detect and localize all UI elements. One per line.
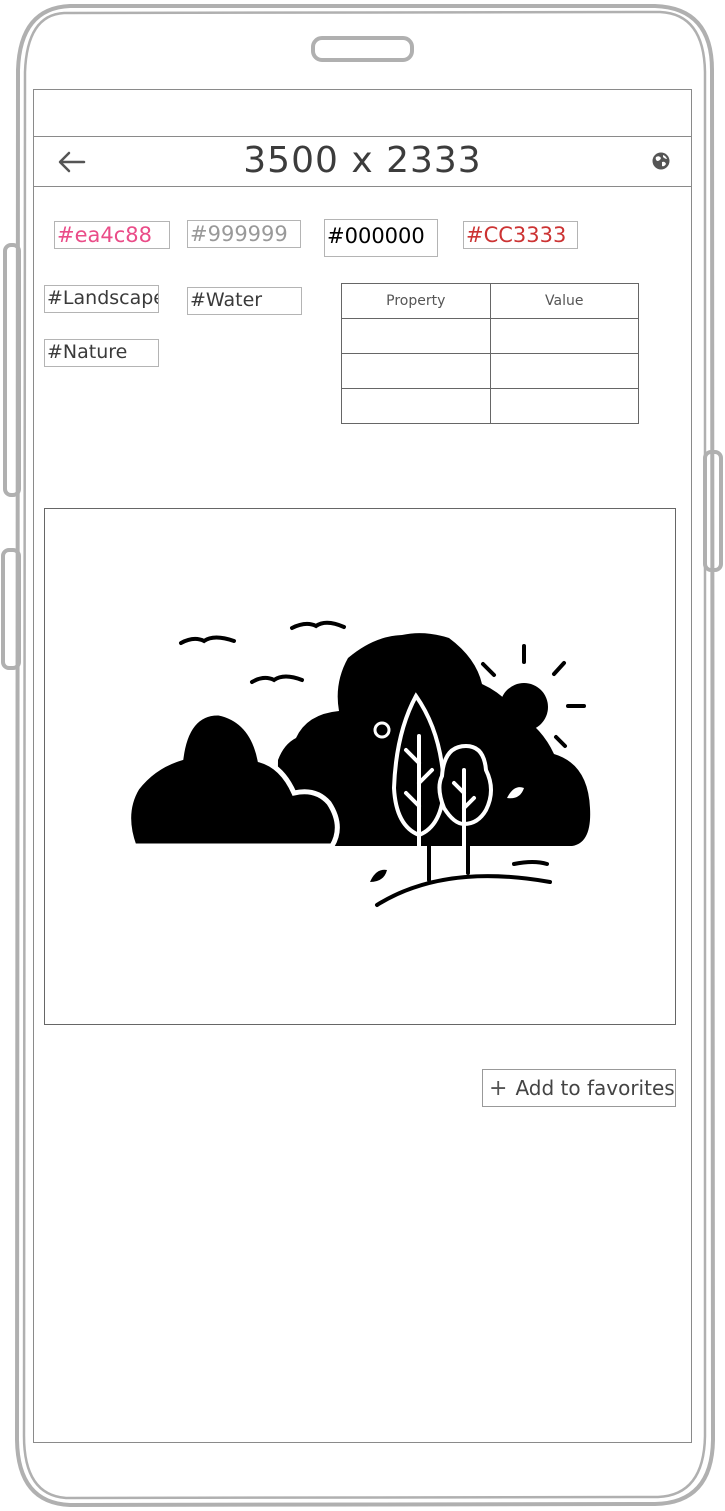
table-cell bbox=[489, 388, 639, 424]
table-cell bbox=[341, 388, 491, 424]
table-row bbox=[341, 318, 639, 354]
plus-icon: + bbox=[489, 1076, 508, 1101]
globe-button[interactable] bbox=[650, 150, 672, 172]
color-chip[interactable]: #CC3333 bbox=[463, 221, 578, 249]
globe-icon bbox=[652, 152, 670, 170]
page-title: 3500 x 2333 bbox=[243, 140, 482, 181]
back-button[interactable] bbox=[53, 143, 93, 181]
table-header-row: Property Value bbox=[341, 283, 639, 319]
properties-table: Property Value bbox=[341, 283, 639, 424]
add-to-favorites-button[interactable]: + Add to favorites bbox=[482, 1069, 676, 1107]
tag-nature[interactable]: #Nature bbox=[44, 339, 159, 367]
tag-label: #Landscape bbox=[47, 287, 159, 309]
table-row bbox=[341, 353, 639, 389]
table-cell bbox=[489, 353, 639, 389]
color-chip-label: #999999 bbox=[190, 222, 288, 246]
landscape-icon bbox=[126, 620, 591, 907]
column-header-property: Property bbox=[341, 283, 491, 319]
tag-label: #Nature bbox=[47, 341, 128, 363]
add-to-favorites-label: Add to favorites bbox=[515, 1076, 675, 1100]
color-chip[interactable]: #999999 bbox=[187, 220, 301, 248]
color-chip[interactable]: #ea4c88 bbox=[54, 221, 170, 249]
tag-label: #Water bbox=[190, 289, 263, 311]
color-chip[interactable]: #000000 bbox=[324, 219, 438, 257]
table-cell bbox=[341, 318, 491, 354]
arrow-left-icon bbox=[58, 151, 86, 173]
color-chip-label: #000000 bbox=[327, 224, 425, 248]
tag-landscape[interactable]: #Landscape bbox=[44, 285, 159, 313]
color-chip-label: #CC3333 bbox=[466, 223, 567, 247]
tag-water[interactable]: #Water bbox=[187, 287, 302, 315]
table-cell bbox=[489, 318, 639, 354]
color-chip-label: #ea4c88 bbox=[57, 223, 153, 247]
column-header-value: Value bbox=[489, 283, 639, 319]
table-cell bbox=[341, 353, 491, 389]
table-row bbox=[341, 388, 639, 424]
